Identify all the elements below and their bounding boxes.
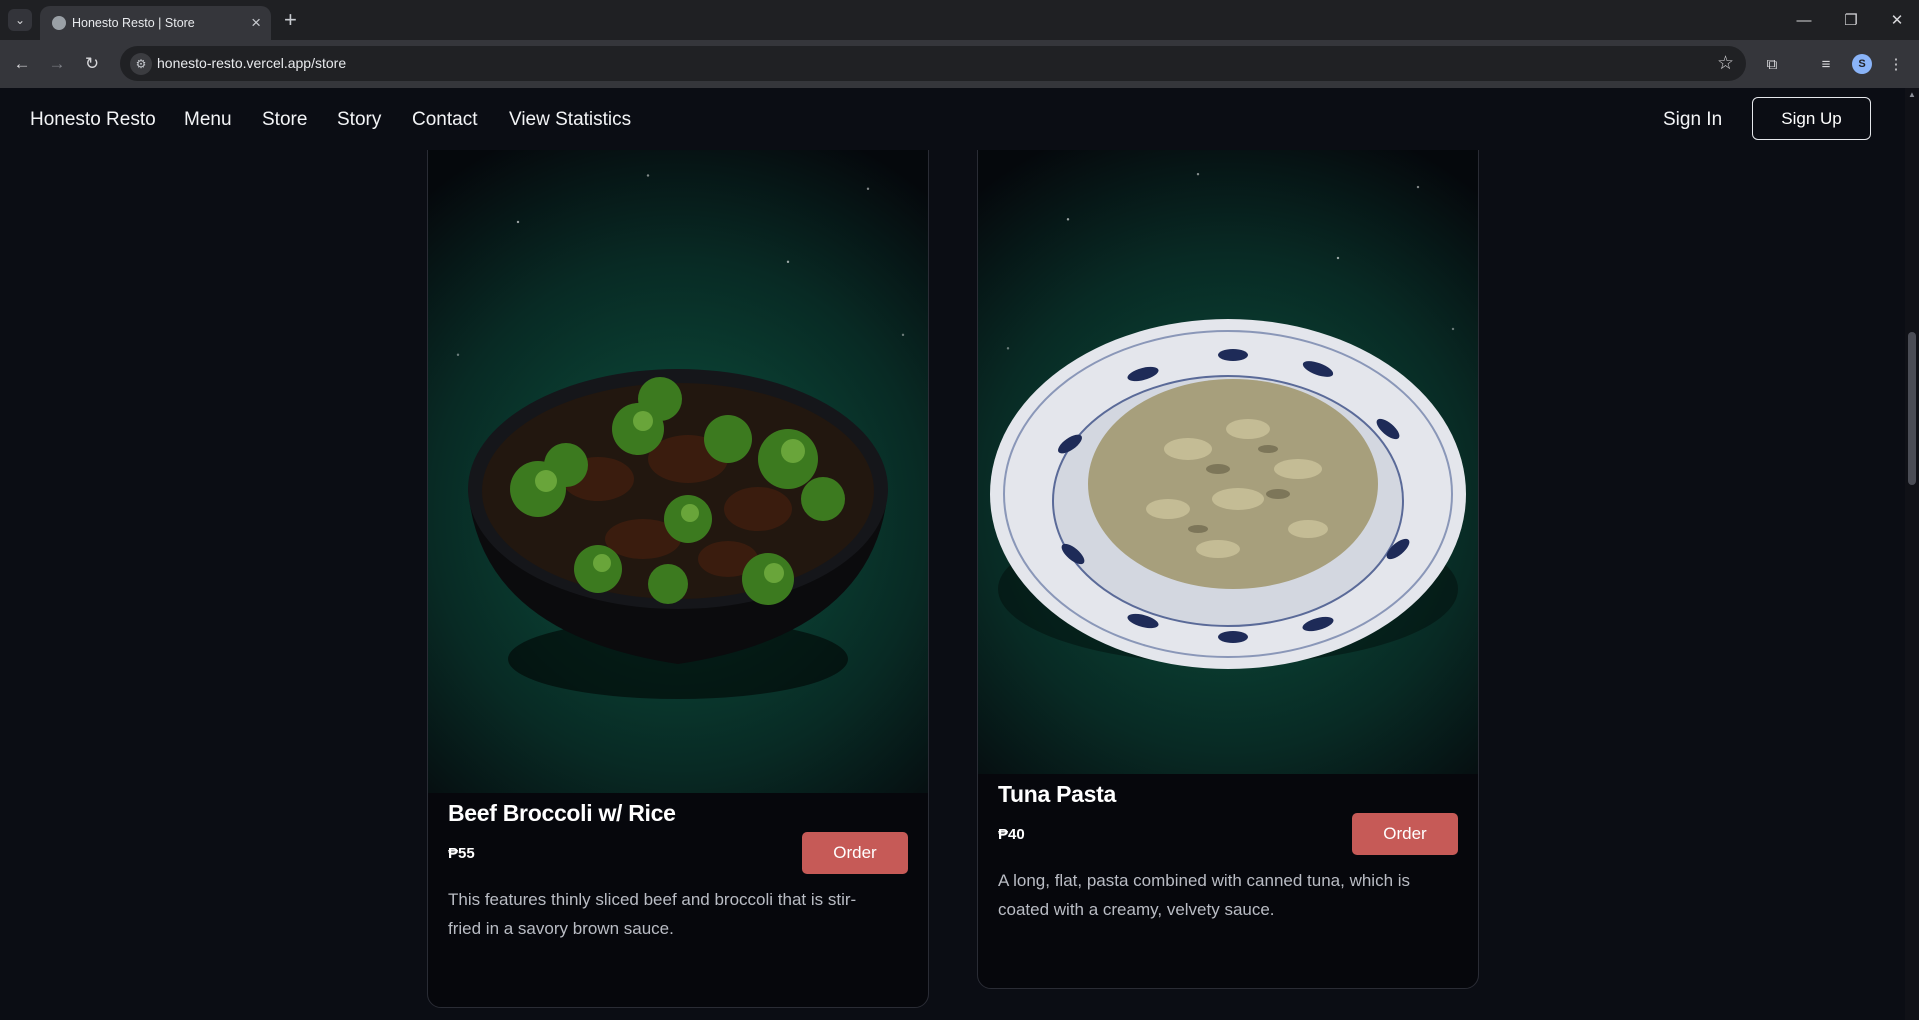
avatar[interactable]: S (1852, 54, 1872, 74)
page-viewport: Honesto Resto Menu Store Story Contact V… (0, 88, 1905, 1020)
product-image (428, 129, 928, 793)
product-price: ₱40 (998, 826, 1025, 843)
brand-link[interactable]: Honesto Resto (30, 109, 156, 131)
plus-icon[interactable]: + (284, 7, 297, 33)
address-bar[interactable]: ⚙ honesto-resto.vercel.app/store ☆ (120, 46, 1746, 81)
sign-up-button[interactable]: Sign Up (1752, 97, 1871, 140)
browser-tab-bar: ⌄ Honesto Resto | Store × + — ❐ ✕ (0, 0, 1919, 40)
order-button[interactable]: Order (1352, 813, 1458, 855)
tab-list-icon[interactable]: ⌄ (8, 9, 32, 31)
window-close-icon[interactable]: ✕ (1882, 9, 1912, 31)
favicon-icon (52, 16, 66, 30)
product-card: Beef Broccoli w/ Rice ₱55 Order This fea… (427, 128, 929, 1008)
beef-broccoli-image (468, 369, 888, 699)
nav-link-view-statistics[interactable]: View Statistics (509, 109, 631, 131)
close-icon[interactable]: × (251, 13, 261, 33)
back-icon[interactable]: ← (10, 52, 34, 76)
forward-icon[interactable]: → (45, 52, 69, 76)
url-text: honesto-resto.vercel.app/store (157, 55, 347, 71)
scroll-up-icon[interactable]: ▲ (1908, 90, 1916, 99)
more-icon[interactable]: ⋮ (1884, 52, 1908, 76)
product-description: A long, flat, pasta combined with canned… (998, 871, 1411, 919)
browser-tab[interactable]: Honesto Resto | Store × (40, 6, 271, 40)
extensions-icon[interactable]: ⧉ (1760, 52, 1784, 76)
product-name: Tuna Pasta (998, 781, 1116, 807)
media-icon[interactable]: ≡ (1814, 52, 1838, 76)
scrollbar-thumb[interactable] (1908, 332, 1916, 485)
tuna-pasta-image (990, 319, 1466, 669)
product-card: Tuna Pasta ₱40 Order A long, flat, pasta… (977, 128, 1479, 989)
star-icon[interactable]: ☆ (1717, 52, 1734, 75)
restore-icon[interactable]: ❐ (1836, 9, 1866, 31)
tab-title: Honesto Resto | Store (72, 16, 195, 30)
sign-in-link[interactable]: Sign In (1663, 109, 1722, 131)
site-navbar: Honesto Resto Menu Store Story Contact V… (0, 88, 1905, 150)
browser-toolbar: ← → ↻ ⚙ honesto-resto.vercel.app/store ☆… (0, 40, 1919, 88)
reload-icon[interactable]: ↻ (80, 52, 104, 76)
product-description: This features thinly sliced beef and bro… (448, 890, 857, 938)
nav-link-store[interactable]: Store (262, 109, 307, 131)
site-info-icon[interactable]: ⚙ (130, 53, 152, 75)
nav-link-contact[interactable]: Contact (412, 109, 477, 131)
minimize-icon[interactable]: — (1789, 9, 1819, 31)
product-name: Beef Broccoli w/ Rice (448, 800, 676, 826)
page-scrollbar[interactable]: ▲ (1905, 88, 1919, 1020)
nav-link-story[interactable]: Story (337, 109, 381, 131)
order-button[interactable]: Order (802, 832, 908, 874)
product-image (978, 129, 1478, 774)
nav-link-menu[interactable]: Menu (184, 109, 232, 131)
product-price: ₱55 (448, 845, 475, 862)
